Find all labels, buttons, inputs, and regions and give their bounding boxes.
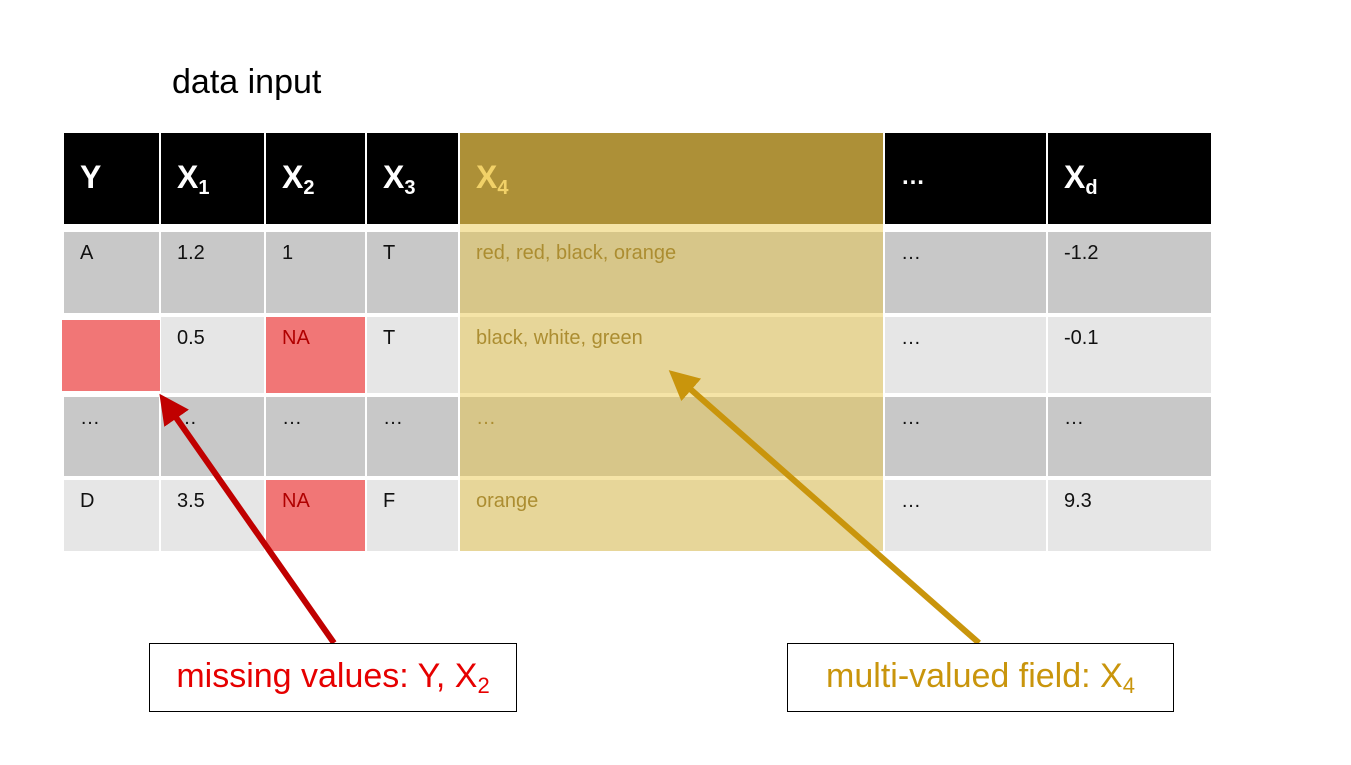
multi-valued-arrow <box>668 370 981 646</box>
missing-values-callout: missing values: Y, X2 <box>149 643 517 712</box>
multi-valued-field-callout: multi-valued field: X4 <box>787 643 1174 712</box>
missing-values-arrow <box>159 393 337 645</box>
